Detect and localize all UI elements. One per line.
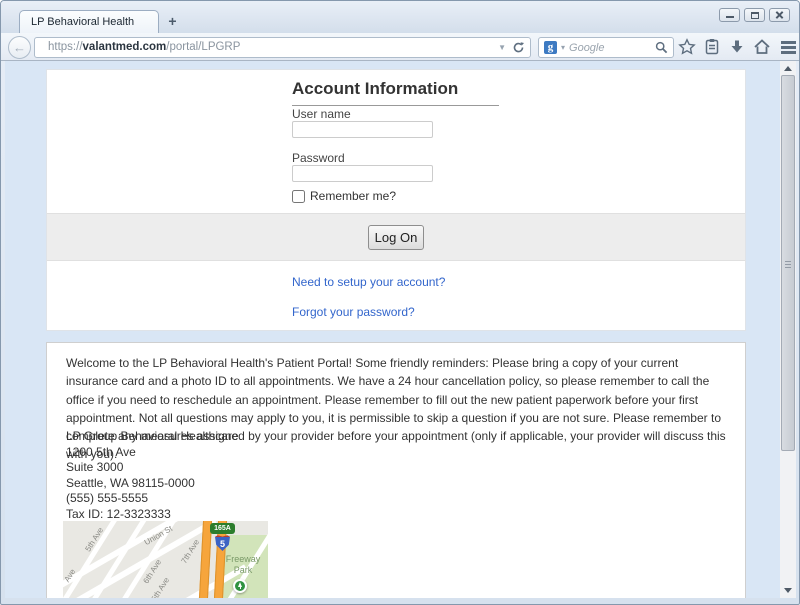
home-icon [754,39,770,54]
bookmarks-clipboard-icon [705,39,719,55]
bookmark-star-button[interactable] [677,38,697,57]
tree-trunk [240,586,241,589]
url-domain: valantmed.com [82,41,167,53]
url-scheme: https:// [48,41,83,53]
vertical-scrollbar[interactable] [780,61,796,598]
reload-icon[interactable] [512,41,525,54]
practice-city-state-zip: Seattle, WA 98115-0000 [66,475,195,490]
scrollbar-thumb[interactable] [781,75,795,451]
practice-address1: 1200 5th Ave [66,444,136,459]
show-bookmarks-button[interactable] [702,38,722,57]
home-button[interactable] [752,38,772,57]
restore-button[interactable] [744,8,765,22]
browser-tab[interactable]: LP Behavioral Health [19,10,159,33]
window-controls [719,8,790,22]
new-tab-button[interactable]: + [164,14,181,30]
download-icon [731,40,743,53]
logon-band: Log On [47,213,745,261]
close-button[interactable] [769,8,790,22]
login-panel: Account Information User name Password R… [46,69,746,331]
scroll-up-button[interactable] [780,61,796,76]
username-label: User name [292,107,351,121]
practice-phone: (555) 555-5555 [66,491,149,506]
urlbar-dropdown-icon[interactable]: ▼ [498,38,506,57]
search-engine-dropdown-icon[interactable]: ▾ [561,43,565,52]
title-bar: LP Behavioral Health + [1,1,799,33]
username-field[interactable] [292,121,433,138]
tab-title: LP Behavioral Health [31,16,135,28]
star-icon [678,38,696,55]
back-button[interactable]: ← [8,36,31,59]
remember-me-row: Remember me? [292,189,396,203]
log-on-button[interactable]: Log On [368,225,424,250]
practice-address2: Suite 3000 [66,460,124,475]
park-marker-icon[interactable] [233,579,247,593]
page-viewport: Account Information User name Password R… [5,61,780,598]
url-bar[interactable]: https://valantmed.com/portal/LPGRP ▼ [34,37,531,58]
search-box[interactable]: g ▾ Google [538,37,674,58]
remember-me-label: Remember me? [310,189,397,203]
park-label-line2: Park [233,565,253,575]
practice-info-panel: Welcome to the LP Behavioral Health's Pa… [46,342,746,598]
minimize-icon [726,16,734,18]
park-label-line1: Freeway [225,554,261,564]
browser-window: LP Behavioral Health + ← https://valantm… [0,0,800,605]
remember-me-checkbox[interactable] [292,189,305,203]
scroll-down-button[interactable] [780,583,796,598]
password-field[interactable] [292,165,433,182]
setup-account-link[interactable]: Need to setup your account? [292,275,445,289]
search-input[interactable]: Google [569,42,651,54]
forgot-password-link[interactable]: Forgot your password? [292,305,415,319]
location-map[interactable]: 5th Ave Union St 7th Ave 6th Ave Ave 5th… [63,521,268,598]
search-icon[interactable] [655,41,668,54]
url-path: /portal/LPGRP [166,41,241,53]
google-engine-icon[interactable]: g [544,41,557,54]
scroll-down-icon [784,588,792,593]
password-label: Password [292,151,345,165]
park-label: Freeway Park [221,554,265,576]
page-title: Account Information [292,79,499,106]
practice-address-block: LP Group Behavioral Healthcare 1200 5th … [66,429,239,523]
practice-name: LP Group Behavioral Healthcare [66,429,239,443]
downloads-button[interactable] [727,38,747,57]
scrollbar-grip [785,261,791,270]
scroll-up-icon [784,66,792,71]
hamburger-menu-icon [780,41,796,56]
restore-icon [751,12,759,19]
exit-badge: 165A [210,523,235,534]
menu-button[interactable] [778,38,798,57]
minimize-button[interactable] [719,8,740,22]
